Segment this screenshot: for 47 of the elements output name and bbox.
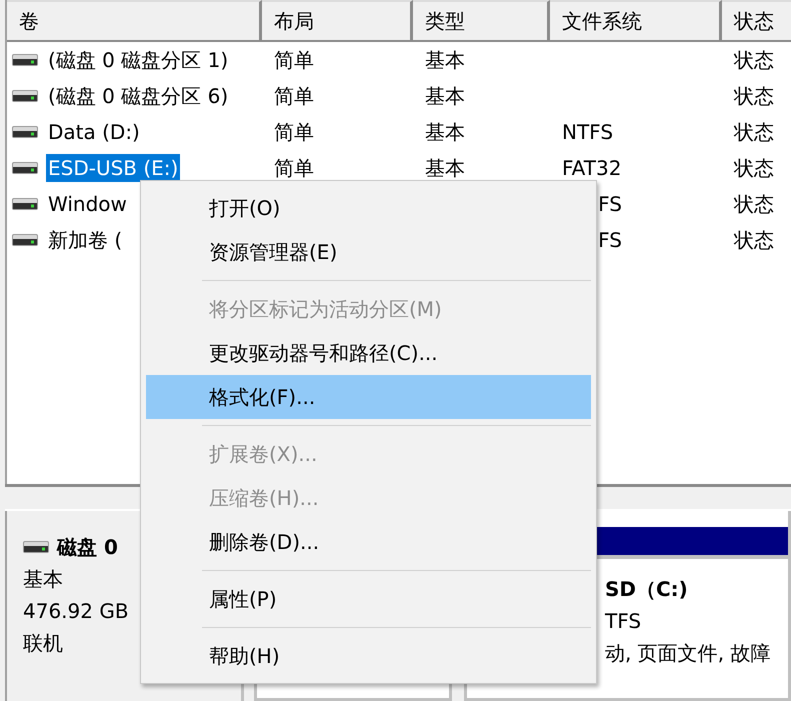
volume-name[interactable]: 新加卷 ( <box>46 224 124 256</box>
volume-name[interactable]: Window <box>46 190 129 218</box>
table-cell: 状态 <box>734 82 774 110</box>
table-cell: 简单 <box>274 46 314 74</box>
partition-status: 动, 页面文件, 故障 <box>605 640 772 667</box>
column-header[interactable]: 类型 <box>413 0 550 40</box>
table-cell: 状态 <box>734 226 774 254</box>
drive-icon <box>12 54 38 66</box>
table-cell: 状态 <box>734 46 774 74</box>
table-cell: FAT32 <box>562 156 622 180</box>
disk-name: 磁盘 0 <box>57 534 118 561</box>
partition-name: SD（C:) <box>605 576 689 603</box>
volume-name[interactable]: (磁盘 0 磁盘分区 1) <box>46 44 230 76</box>
table-cell: 简单 <box>274 154 314 182</box>
table-cell: 状态 <box>734 154 774 182</box>
drive-icon <box>12 198 38 210</box>
table-cell: 基本 <box>425 46 465 74</box>
disk-type: 基本 <box>23 566 63 593</box>
table-cell: 状态 <box>734 118 774 146</box>
column-header[interactable]: 状态 <box>722 0 791 40</box>
partition-file-system: TFS <box>605 608 642 635</box>
column-header[interactable]: 卷 <box>7 0 262 40</box>
menu-item[interactable]: 资源管理器(E) <box>146 230 591 274</box>
disk-status: 联机 <box>23 630 63 657</box>
table-cell: 简单 <box>274 82 314 110</box>
menu-item[interactable]: 格式化(F)... <box>146 375 591 419</box>
table-cell: 基本 <box>425 118 465 146</box>
drive-icon <box>12 126 38 138</box>
column-header[interactable]: 文件系统 <box>550 0 722 40</box>
drive-icon <box>12 162 38 174</box>
volume-name[interactable]: Data (D:) <box>46 118 142 146</box>
column-header[interactable]: 布局 <box>262 0 413 40</box>
table-cell: FS <box>598 228 622 252</box>
menu-item[interactable]: 打开(O) <box>146 186 591 230</box>
table-cell: 基本 <box>425 154 465 182</box>
drive-icon <box>23 541 49 553</box>
volume-name[interactable]: (磁盘 0 磁盘分区 6) <box>46 80 230 112</box>
table-cell: 状态 <box>734 190 774 218</box>
volume-name[interactable]: ESD-USB (E:) <box>46 154 180 182</box>
table-cell: 简单 <box>274 118 314 146</box>
drive-icon <box>12 90 38 102</box>
drive-icon <box>12 234 38 246</box>
table-cell: FS <box>598 192 622 216</box>
table-cell: NTFS <box>562 120 614 144</box>
menu-item[interactable]: 更改驱动器号和路径(C)... <box>146 331 591 375</box>
table-cell: 基本 <box>425 82 465 110</box>
disk-size: 476.92 GB <box>23 598 129 625</box>
